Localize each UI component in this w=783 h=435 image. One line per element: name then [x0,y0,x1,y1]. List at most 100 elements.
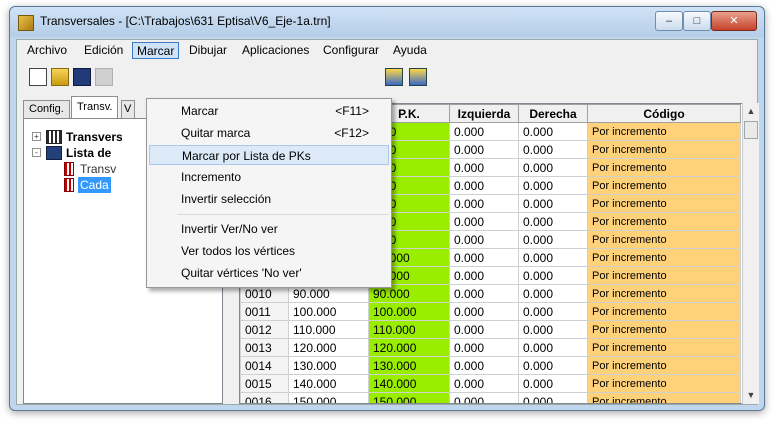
collapse-icon[interactable]: - [32,148,41,157]
menu-item-quitar-vertices[interactable]: Quitar vértices 'No ver' [149,263,389,283]
cell-derecha[interactable]: 0.000 [518,320,588,339]
menu-item-marcar[interactable]: Marcar <F11> [149,101,389,121]
cell-id[interactable]: 0012 [240,320,289,339]
save-icon[interactable] [73,68,91,86]
cell-codigo[interactable]: Por incremento [587,338,741,357]
cell-izquierda[interactable]: 0.000 [449,374,519,393]
cell-derecha[interactable]: 0.000 [518,248,588,267]
cell-pk[interactable]: 130.000 [368,356,450,375]
cell-id[interactable]: 0011 [240,302,289,321]
cell-derecha[interactable]: 0.000 [518,338,588,357]
cell-izquierda[interactable]: 0.000 [449,266,519,285]
cell-izquierda[interactable]: 0.000 [449,284,519,303]
table-row[interactable]: 0015 140.000 140.000 0.000 0.000 Por incremen… [240,374,741,393]
menu-item-quitar-marca[interactable]: Quitar marca <F12> [149,123,389,143]
cell-izquierda[interactable]: 0.000 [449,356,519,375]
table-row[interactable]: 0011 100.000 100.000 0.000 0.000 Por incremen… [240,302,741,321]
vertical-scrollbar[interactable]: ▲ ▼ [742,103,759,404]
table-row[interactable]: 0016 150.000 150.000 0.000 0.000 Por incremen… [240,392,741,403]
cell-codigo[interactable]: Por incremento [587,140,741,159]
cell-izquierda[interactable]: 0.000 [449,230,519,249]
scroll-up-icon[interactable]: ▲ [743,103,759,120]
cell-izquierda[interactable]: 0.000 [449,122,519,141]
cell-derecha[interactable]: 0.000 [518,356,588,375]
cell-pk[interactable]: 110.000 [368,320,450,339]
cell-codigo[interactable]: Por incremento [587,356,741,375]
cell-codigo[interactable]: Por incremento [587,176,741,195]
cell-codigo[interactable]: Por incremento [587,266,741,285]
cell-izquierda[interactable]: 0.000 [449,320,519,339]
col-header-izquierda[interactable]: Izquierda [449,104,519,123]
cell-izquierda[interactable]: 0.000 [449,302,519,321]
cell-distance[interactable]: 120.000 [288,338,369,357]
cell-derecha[interactable]: 0.000 [518,392,588,403]
menu-item-marcar-por-lista[interactable]: Marcar por Lista de PKs [149,145,389,165]
cell-codigo[interactable]: Por incremento [587,320,741,339]
cell-pk[interactable]: 100.000 [368,302,450,321]
cell-derecha[interactable]: 0.000 [518,230,588,249]
menu-configurar[interactable]: Configurar [319,42,383,59]
cell-derecha[interactable]: 0.000 [518,284,588,303]
cell-codigo[interactable]: Por incremento [587,248,741,267]
close-button[interactable]: ✕ [711,11,757,31]
tab-config[interactable]: Config. [23,100,70,118]
table-row[interactable]: 0012 110.000 110.000 0.000 0.000 Por incremen… [240,320,741,339]
cell-codigo[interactable]: Por incremento [587,230,741,249]
scroll-down-icon[interactable]: ▼ [743,387,759,404]
cell-codigo[interactable]: Por incremento [587,158,741,177]
menu-aplicaciones[interactable]: Aplicaciones [238,42,313,59]
cell-izquierda[interactable]: 0.000 [449,338,519,357]
table-row[interactable]: 0014 130.000 130.000 0.000 0.000 Por incremen… [240,356,741,375]
cell-derecha[interactable]: 0.000 [518,212,588,231]
cell-izquierda[interactable]: 0.000 [449,158,519,177]
new-file-icon[interactable] [29,68,47,86]
cell-pk[interactable]: 120.000 [368,338,450,357]
cell-derecha[interactable]: 0.000 [518,158,588,177]
cell-izquierda[interactable]: 0.000 [449,212,519,231]
cell-derecha[interactable]: 0.000 [518,140,588,159]
cell-codigo[interactable]: Por incremento [587,392,741,403]
tab-v[interactable]: V [121,100,135,118]
col-header-derecha[interactable]: Derecha [518,104,588,123]
open-folder-icon[interactable] [51,68,69,86]
cell-izquierda[interactable]: 0.000 [449,392,519,403]
cell-distance[interactable]: 110.000 [288,320,369,339]
menu-archivo[interactable]: Archivo [23,42,71,59]
cell-codigo[interactable]: Por incremento [587,212,741,231]
menu-item-invertir-seleccion[interactable]: Invertir selección [149,189,389,209]
menu-edicion[interactable]: Edición [80,42,127,59]
cell-codigo[interactable]: Por incremento [587,284,741,303]
cell-derecha[interactable]: 0.000 [518,194,588,213]
menu-marcar[interactable]: Marcar [132,42,180,59]
expand-icon[interactable]: + [32,132,41,141]
report-export-icon[interactable] [409,68,427,86]
cell-codigo[interactable]: Por incremento [587,302,741,321]
cell-codigo[interactable]: Por incremento [587,194,741,213]
tab-transv[interactable]: Transv. [71,96,119,118]
cell-izquierda[interactable]: 0.000 [449,176,519,195]
cell-derecha[interactable]: 0.000 [518,176,588,195]
menu-ayuda[interactable]: Ayuda [389,42,431,59]
cell-derecha[interactable]: 0.000 [518,122,588,141]
title-bar[interactable]: Transversales - [C:\Trabajos\631 Eptisa\… [10,7,764,37]
cell-distance[interactable]: 130.000 [288,356,369,375]
scroll-thumb[interactable] [744,121,758,139]
cell-derecha[interactable]: 0.000 [518,374,588,393]
cell-izquierda[interactable]: 0.000 [449,248,519,267]
menu-item-ver-todos[interactable]: Ver todos los vértices [149,241,389,261]
report-icon[interactable] [385,68,403,86]
cell-izquierda[interactable]: 0.000 [449,140,519,159]
cell-codigo[interactable]: Por incremento [587,122,741,141]
table-row[interactable]: 0013 120.000 120.000 0.000 0.000 Por incremen… [240,338,741,357]
cell-derecha[interactable]: 0.000 [518,302,588,321]
menu-item-invertir-ver[interactable]: Invertir Ver/No ver [149,219,389,239]
print-icon[interactable] [95,68,113,86]
cell-derecha[interactable]: 0.000 [518,266,588,285]
menu-dibujar[interactable]: Dibujar [185,42,231,59]
cell-id[interactable]: 0016 [240,392,289,403]
cell-distance[interactable]: 100.000 [288,302,369,321]
maximize-button[interactable]: □ [683,11,711,31]
cell-id[interactable]: 0013 [240,338,289,357]
minimize-button[interactable]: – [655,11,683,31]
col-header-codigo[interactable]: Código [587,104,741,123]
